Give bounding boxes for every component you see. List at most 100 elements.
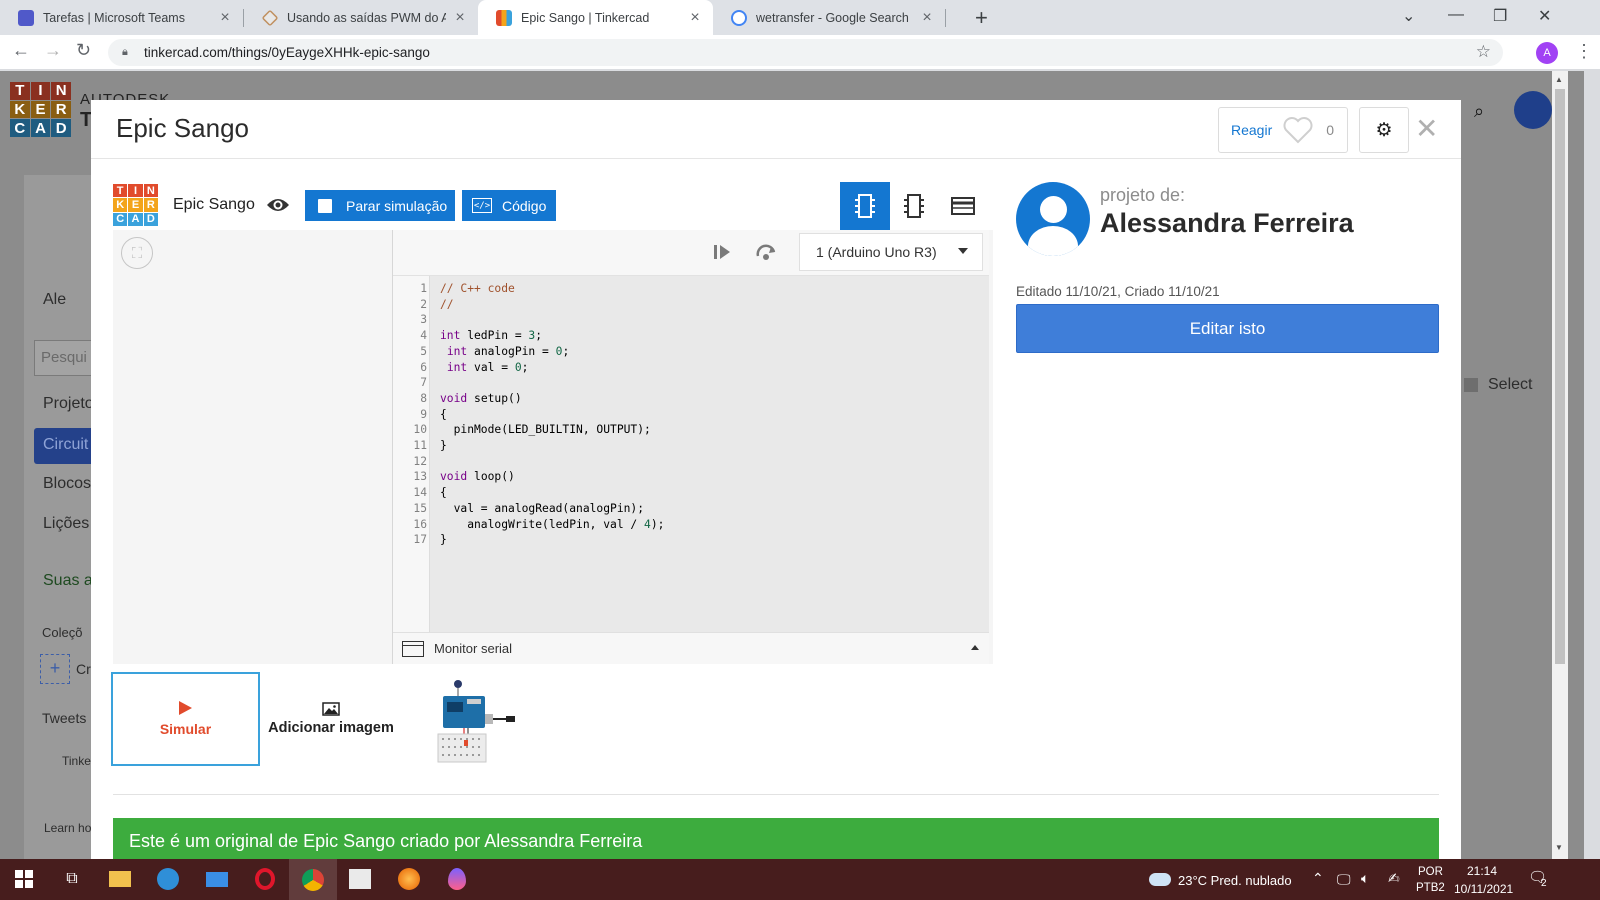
weather-text[interactable]: 23°C Pred. nublado: [1178, 873, 1292, 888]
browser-tab-teams[interactable]: Tarefas | Microsoft Teams ×: [0, 0, 243, 35]
store-icon[interactable]: [348, 867, 372, 891]
page-scrollbar[interactable]: ▲ ▼: [1552, 71, 1568, 859]
profile-avatar[interactable]: A: [1536, 42, 1558, 64]
close-tab-icon[interactable]: ×: [452, 9, 468, 27]
volume-icon[interactable]: 🔈︎: [1361, 870, 1369, 887]
code-line[interactable]: {: [440, 485, 447, 501]
forward-icon[interactable]: →: [44, 40, 62, 61]
expand-up-icon[interactable]: [971, 645, 979, 650]
close-tab-icon[interactable]: ×: [217, 9, 233, 27]
code-line[interactable]: // C++ code: [440, 281, 515, 297]
firefox-icon[interactable]: [397, 867, 421, 891]
url-text: tinkercad.com/things/0yEaygeXHHk-epic-sa…: [144, 45, 430, 60]
schematic-view-button[interactable]: [840, 182, 890, 230]
author-name[interactable]: Alessandra Ferreira: [1100, 208, 1354, 239]
new-tab-button[interactable]: +: [975, 5, 988, 31]
search-icon[interactable]: ⌕: [1474, 101, 1484, 122]
address-bar[interactable]: 🔒︎ tinkercad.com/things/0yEaygeXHHk-epic…: [108, 39, 1503, 66]
code-line[interactable]: }: [440, 438, 447, 454]
close-modal-icon[interactable]: ✕: [1415, 112, 1438, 145]
close-tab-icon[interactable]: ×: [919, 9, 935, 27]
zoom-to-fit-button[interactable]: ⛶: [121, 237, 153, 269]
scroll-up-icon[interactable]: ▲: [1555, 75, 1563, 84]
select-label: Select: [1488, 376, 1533, 393]
settings-gear-button[interactable]: ⚙: [1359, 107, 1409, 153]
close-tab-icon[interactable]: ×: [687, 9, 703, 27]
windows-start-icon[interactable]: [12, 867, 36, 891]
language-code[interactable]: POR: [1418, 866, 1443, 878]
code-token: }: [440, 439, 447, 452]
code-line[interactable]: {: [440, 407, 447, 423]
scrollbar-thumb[interactable]: [1555, 89, 1565, 664]
network-icon[interactable]: 🖵︎: [1337, 871, 1351, 888]
code-line[interactable]: }: [440, 532, 447, 548]
clock-date[interactable]: 10/11/2021: [1454, 882, 1513, 896]
browser-tab-google[interactable]: wetransfer - Google Search ×: [713, 0, 945, 35]
code-button[interactable]: </> Código: [462, 190, 556, 221]
code-line[interactable]: void loop(): [440, 469, 515, 485]
board-select[interactable]: 1 (Arduino Uno R3): [799, 233, 983, 271]
react-button[interactable]: Reagir 0: [1218, 107, 1348, 153]
task-view-icon[interactable]: ⧉: [60, 867, 84, 891]
select-checkbox[interactable]: Select: [1464, 376, 1532, 394]
sidebar-item-projects[interactable]: Projeto: [43, 395, 94, 413]
line-number: 14: [413, 486, 427, 500]
code-line[interactable]: val = analogRead(analogPin);: [440, 501, 644, 517]
step-icon[interactable]: [711, 242, 733, 262]
file-explorer-icon[interactable]: [108, 867, 132, 891]
edit-dates: Editado 11/10/21, Criado 11/10/21: [1016, 284, 1220, 299]
minimize-icon[interactable]: —: [1448, 6, 1464, 24]
windows-taskbar: ⧉ 23°C Pred. nublado ⌃ 🖵︎ 🔈︎ ✍︎ POR PTB2…: [0, 859, 1600, 900]
chrome-icon[interactable]: [289, 859, 337, 900]
code-line[interactable]: int ledPin = 3;: [440, 328, 542, 344]
section-divider: [113, 794, 1439, 795]
scroll-down-icon[interactable]: ▼: [1555, 843, 1563, 852]
browser-tab-tinkercad[interactable]: Epic Sango | Tinkercad ×: [478, 0, 713, 35]
close-window-icon[interactable]: ✕: [1538, 6, 1551, 26]
clock-time[interactable]: 21:14: [1467, 864, 1497, 878]
edge-icon[interactable]: [156, 867, 180, 891]
edit-this-button[interactable]: Editar isto: [1016, 304, 1439, 353]
line-number: 15: [413, 501, 427, 515]
paint-drop-icon[interactable]: [445, 867, 469, 891]
stop-simulation-button[interactable]: Parar simulação: [305, 190, 455, 221]
sidebar-item-yours[interactable]: Suas a: [43, 572, 93, 590]
code-line[interactable]: int val = 0;: [440, 360, 529, 376]
code-line[interactable]: void setup(): [440, 391, 522, 407]
author-avatar[interactable]: [1016, 182, 1090, 256]
browser-tab-pwm[interactable]: Usando as saídas PWM do Arduin ×: [244, 0, 478, 35]
bookmark-star-icon[interactable]: ☆: [1476, 42, 1491, 62]
mail-icon[interactable]: [205, 867, 229, 891]
circuit-thumbnail[interactable]: [434, 676, 519, 764]
sidebar-item-lessons[interactable]: Lições: [43, 515, 89, 533]
browser-menu-icon[interactable]: ⋮: [1575, 41, 1593, 62]
tinkercad-logo[interactable]: TIN KER CAD: [113, 184, 158, 226]
code-line[interactable]: int analogPin = 0;: [440, 344, 569, 360]
code-line[interactable]: analogWrite(ledPin, val / 4);: [440, 517, 664, 533]
tray-chevron-icon[interactable]: ⌃: [1312, 870, 1324, 887]
lock-icon: 🔒︎: [122, 46, 128, 58]
code-line[interactable]: //: [440, 297, 454, 313]
user-avatar[interactable]: [1514, 91, 1552, 129]
code-toolbar: 1 (Arduino Uno R3): [393, 230, 989, 276]
component-view-button[interactable]: [889, 182, 939, 230]
add-image-thumbnail[interactable]: Adicionar imagem: [261, 672, 401, 766]
debugger-icon[interactable]: [754, 242, 778, 262]
serial-monitor-bar[interactable]: Monitor serial: [393, 632, 989, 664]
sidebar-item-blocks[interactable]: Blocos: [43, 475, 91, 493]
restore-icon[interactable]: ❐: [1493, 6, 1507, 26]
code-line[interactable]: pinMode(LED_BUILTIN, OUTPUT);: [440, 422, 651, 438]
pen-icon[interactable]: ✍︎: [1388, 870, 1400, 887]
opera-icon[interactable]: [253, 867, 277, 891]
keyboard-layout[interactable]: PTB2: [1416, 882, 1445, 894]
back-icon[interactable]: ←: [12, 40, 30, 61]
code-editor[interactable]: 1 // C++ code 2 // 3 4 int ledPin = 3; 5 int an…: [393, 276, 989, 632]
component-list-button[interactable]: [938, 182, 988, 230]
add-collection-button[interactable]: +: [40, 654, 70, 684]
reload-icon[interactable]: ↻: [76, 40, 91, 61]
code-token: void: [440, 391, 468, 405]
tab-search-icon[interactable]: ⌄: [1402, 6, 1415, 26]
tweet-author: Tinke: [62, 754, 91, 768]
eye-icon[interactable]: [266, 195, 290, 215]
simulate-thumbnail[interactable]: Simular: [111, 672, 260, 766]
